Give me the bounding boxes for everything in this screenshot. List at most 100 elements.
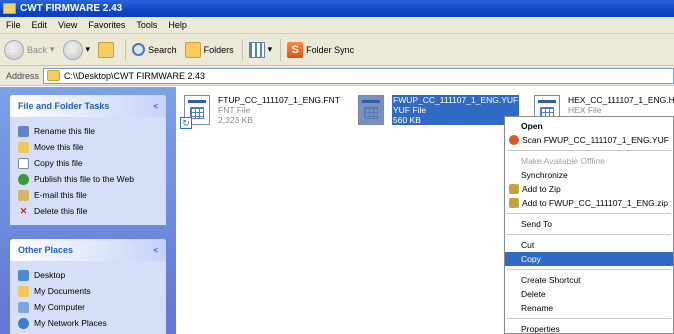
search-button[interactable]: Search <box>132 43 177 56</box>
task-label: Rename this file <box>34 126 95 136</box>
address-input[interactable]: C:\\Desktop\CWT FIRMWARE 2.43 <box>43 67 674 84</box>
delete-x-icon: ✕ <box>19 205 28 216</box>
menu-help[interactable]: Help <box>168 20 187 30</box>
file-item[interactable]: ↻ FTUP_CC_111107_1_ENG.FNT FNT File 2,32… <box>180 95 340 129</box>
collapse-icon[interactable]: ˂ <box>153 246 158 255</box>
menu-tools[interactable]: Tools <box>136 20 157 30</box>
task-rename[interactable]: Rename this file <box>18 123 160 139</box>
toolbar-separator <box>280 38 282 61</box>
back-button[interactable]: ← Back ▾ <box>4 39 55 60</box>
file-icon <box>354 95 386 129</box>
place-label: Desktop <box>34 270 66 280</box>
file-name: HEX_CC_111107_1_ENG.H <box>568 95 674 105</box>
file-size: 2,323 KB <box>218 115 253 125</box>
folder-icon <box>47 70 61 81</box>
refresh-badge-icon: ↻ <box>180 117 192 129</box>
toolbar-separator <box>125 38 127 61</box>
menu-cut[interactable]: Cut <box>505 238 673 252</box>
address-path: C:\\Desktop\CWT FIRMWARE 2.43 <box>64 70 206 81</box>
views-button[interactable]: ▾ <box>248 41 273 58</box>
menu-add-named-zip-label: Add to FWUP_CC_111107_1_ENG.zip <box>522 198 668 208</box>
menu-open[interactable]: Open <box>505 119 673 133</box>
menu-favorites[interactable]: Favorites <box>88 20 125 30</box>
menu-add-zip-label: Add to Zip <box>522 184 561 194</box>
folders-icon <box>184 41 201 58</box>
forward-button[interactable]: → ▾ <box>62 39 91 60</box>
menu-file[interactable]: File <box>6 20 21 30</box>
menu-separator <box>507 269 671 270</box>
back-label: Back <box>27 44 48 55</box>
file-type: FNT File <box>218 105 251 115</box>
task-delete[interactable]: ✕ Delete this file <box>18 203 160 219</box>
rename-icon <box>18 125 29 137</box>
place-my-network[interactable]: My Network Places <box>18 315 160 331</box>
menu-separator <box>507 150 671 151</box>
my-documents-icon <box>18 285 29 297</box>
task-label: Delete this file <box>34 206 88 216</box>
menu-add-zip[interactable]: Add to Zip <box>505 182 673 196</box>
move-icon <box>18 141 29 153</box>
menu-scan-label: Scan FWUP_CC_111107_1_ENG.YUF <box>522 135 669 145</box>
search-label: Search <box>148 44 177 55</box>
up-folder-button[interactable] <box>98 41 117 58</box>
task-label: Copy this file <box>34 158 83 168</box>
place-my-documents[interactable]: My Documents <box>18 283 160 299</box>
menu-send-to[interactable]: Send To <box>505 217 673 231</box>
toolbar: ← Back ▾ → ▾ Search Folders ▾ S Folder S… <box>0 34 674 66</box>
menu-bar: File Edit View Favorites Tools Help <box>0 17 674 34</box>
window-titlebar[interactable]: CWT FIRMWARE 2.43 <box>0 0 674 17</box>
menu-copy[interactable]: Copy <box>505 252 673 266</box>
menu-scan[interactable]: Scan FWUP_CC_111107_1_ENG.YUF <box>505 133 673 147</box>
folder-icon <box>3 3 16 14</box>
zip-icon <box>509 184 519 194</box>
menu-separator <box>507 234 671 235</box>
task-copy[interactable]: Copy this file <box>18 155 160 171</box>
chevron-down-icon[interactable]: ▾ <box>86 44 91 55</box>
collapse-icon[interactable]: ˂ <box>153 102 158 111</box>
up-folder-icon <box>98 41 115 58</box>
menu-make-offline: Make Available Offline <box>521 156 605 166</box>
window-title: CWT FIRMWARE 2.43 <box>20 3 123 14</box>
file-folder-tasks-panel: File and Folder Tasks ˂ Rename this file… <box>10 95 166 225</box>
task-email[interactable]: E-mail this file <box>18 187 160 203</box>
menu-create-shortcut[interactable]: Create Shortcut <box>505 273 673 287</box>
menu-properties[interactable]: Properties <box>505 322 673 334</box>
globe-icon <box>18 173 29 185</box>
task-move[interactable]: Move this file <box>18 139 160 155</box>
file-name: FTUP_CC_111107_1_ENG.FNT <box>218 95 340 105</box>
file-item-selected[interactable]: FWUP_CC_111107_1_ENG.YUF YUF File 560 KB <box>354 95 520 129</box>
desktop-icon <box>18 269 29 281</box>
menu-view[interactable]: View <box>58 20 77 30</box>
file-folder-tasks-header[interactable]: File and Folder Tasks ˂ <box>10 95 166 117</box>
place-label: My Computer <box>34 302 86 312</box>
computer-icon <box>18 301 29 313</box>
place-desktop[interactable]: Desktop <box>18 267 160 283</box>
menu-delete[interactable]: Delete <box>505 287 673 301</box>
context-menu: Open Scan FWUP_CC_111107_1_ENG.YUF Make … <box>504 116 674 334</box>
menu-edit[interactable]: Edit <box>32 20 48 30</box>
views-icon <box>248 41 265 58</box>
chevron-down-icon[interactable]: ▾ <box>268 44 273 55</box>
envelope-icon <box>18 189 29 201</box>
folders-button[interactable]: Folders <box>184 41 234 58</box>
other-places-panel: Other Places ˂ Desktop My Documents My C… <box>10 239 166 334</box>
menu-synchronize[interactable]: Synchronize <box>505 168 673 182</box>
file-type: HEX File <box>568 105 602 115</box>
task-publish[interactable]: Publish this file to the Web <box>18 171 160 187</box>
file-folder-tasks-title: File and Folder Tasks <box>18 101 110 111</box>
folder-sync-icon: S <box>287 41 304 58</box>
folder-sync-button[interactable]: S Folder Sync <box>287 41 355 58</box>
other-places-header[interactable]: Other Places ˂ <box>10 239 166 261</box>
network-icon <box>18 317 29 329</box>
folder-sync-label: Folder Sync <box>306 44 355 55</box>
place-my-computer[interactable]: My Computer <box>18 299 160 315</box>
task-label: Publish this file to the Web <box>34 174 135 184</box>
file-type: YUF File <box>392 105 520 115</box>
other-places-title: Other Places <box>18 245 74 255</box>
menu-add-named-zip[interactable]: Add to FWUP_CC_111107_1_ENG.zip <box>505 196 673 210</box>
task-label: Move this file <box>34 142 84 152</box>
chevron-down-icon[interactable]: ▾ <box>50 44 55 55</box>
antivirus-icon <box>509 135 519 145</box>
menu-rename[interactable]: Rename <box>505 301 673 315</box>
file-size: 560 KB <box>392 115 520 125</box>
